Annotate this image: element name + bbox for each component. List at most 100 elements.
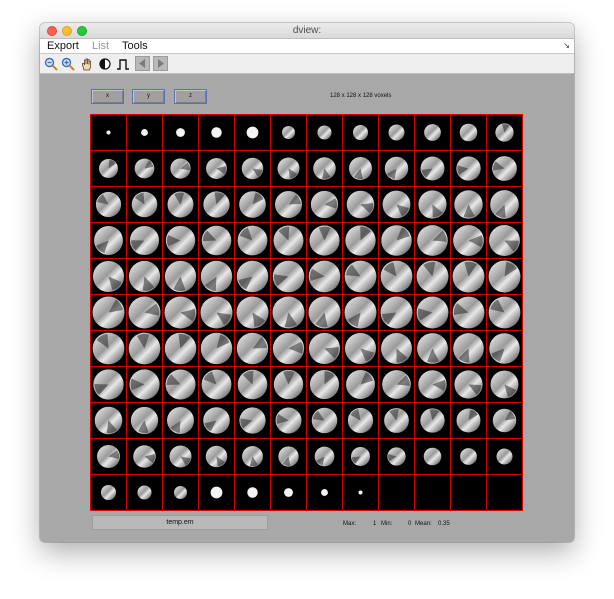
slice-tile[interactable] [378, 474, 415, 511]
slice-tile[interactable] [198, 222, 235, 259]
slice-tile[interactable] [450, 438, 487, 475]
slice-tile[interactable] [414, 366, 451, 403]
slice-tile[interactable] [378, 258, 415, 295]
slice-tile[interactable] [414, 258, 451, 295]
zoom-out-icon[interactable] [43, 56, 58, 71]
slice-tile[interactable] [342, 114, 379, 151]
slice-tile[interactable] [342, 474, 379, 511]
slice-tile[interactable] [126, 258, 163, 295]
slice-tile[interactable] [378, 438, 415, 475]
slice-tile[interactable] [198, 150, 235, 187]
slice-tile[interactable] [162, 294, 199, 331]
slice-tile[interactable] [270, 114, 307, 151]
slice-tile[interactable] [198, 258, 235, 295]
slice-tile[interactable] [234, 150, 271, 187]
slice-tile[interactable] [162, 330, 199, 367]
slice-tile[interactable] [342, 330, 379, 367]
slice-tile[interactable] [162, 402, 199, 439]
slice-tile[interactable] [414, 438, 451, 475]
slice-tile[interactable] [306, 114, 343, 151]
slice-tile[interactable] [162, 114, 199, 151]
slice-tile[interactable] [270, 402, 307, 439]
slice-tile[interactable] [90, 186, 127, 223]
slice-tile[interactable] [450, 150, 487, 187]
slice-tile[interactable] [486, 150, 523, 187]
slice-tile[interactable] [306, 474, 343, 511]
slice-tile[interactable] [414, 474, 451, 511]
slice-tile[interactable] [126, 366, 163, 403]
slice-tile[interactable] [162, 366, 199, 403]
slice-tile[interactable] [414, 114, 451, 151]
slice-tile[interactable] [378, 402, 415, 439]
slice-tile[interactable] [450, 258, 487, 295]
slice-tile[interactable] [126, 474, 163, 511]
slice-tile[interactable] [486, 294, 523, 331]
slice-tile[interactable] [270, 294, 307, 331]
slice-tile[interactable] [378, 222, 415, 259]
slice-tile[interactable] [234, 474, 271, 511]
slice-tile[interactable] [414, 150, 451, 187]
slice-tile[interactable] [270, 438, 307, 475]
zoom-in-icon[interactable] [60, 56, 75, 71]
slice-tile[interactable] [90, 258, 127, 295]
slice-tile[interactable] [126, 114, 163, 151]
slice-tile[interactable] [162, 150, 199, 187]
slice-tile[interactable] [342, 294, 379, 331]
slice-tile[interactable] [342, 186, 379, 223]
slice-tile[interactable] [450, 330, 487, 367]
slice-tile[interactable] [486, 474, 523, 511]
slice-tile[interactable] [90, 294, 127, 331]
slice-tile[interactable] [486, 366, 523, 403]
slice-tile[interactable] [90, 222, 127, 259]
slice-tile[interactable] [342, 258, 379, 295]
slice-tile[interactable] [486, 114, 523, 151]
pan-hand-icon[interactable] [79, 56, 94, 71]
slice-montage[interactable] [90, 114, 523, 511]
menu-overflow-icon[interactable]: ↘ [563, 41, 570, 50]
slice-tile[interactable] [90, 330, 127, 367]
slice-tile[interactable] [342, 222, 379, 259]
slice-tile[interactable] [234, 330, 271, 367]
slice-tile[interactable] [306, 366, 343, 403]
slice-tile[interactable] [198, 438, 235, 475]
slice-tile[interactable] [306, 330, 343, 367]
slice-tile[interactable] [450, 186, 487, 223]
slice-tile[interactable] [90, 402, 127, 439]
slice-tile[interactable] [378, 186, 415, 223]
slice-tile[interactable] [270, 330, 307, 367]
slice-tile[interactable] [270, 474, 307, 511]
slice-tile[interactable] [450, 402, 487, 439]
view-z-button[interactable]: z [174, 89, 207, 104]
menu-export[interactable]: Export [47, 40, 79, 52]
slice-tile[interactable] [90, 474, 127, 511]
slice-tile[interactable] [234, 366, 271, 403]
slice-tile[interactable] [306, 186, 343, 223]
slice-tile[interactable] [162, 438, 199, 475]
slice-tile[interactable] [90, 438, 127, 475]
menu-list[interactable]: List [92, 40, 109, 52]
slice-tile[interactable] [306, 438, 343, 475]
pulse-icon[interactable] [115, 56, 130, 71]
slice-tile[interactable] [234, 222, 271, 259]
slice-tile[interactable] [234, 294, 271, 331]
slice-tile[interactable] [126, 150, 163, 187]
slice-tile[interactable] [306, 222, 343, 259]
slice-tile[interactable] [342, 366, 379, 403]
slice-tile[interactable] [342, 438, 379, 475]
slice-tile[interactable] [378, 294, 415, 331]
slice-tile[interactable] [450, 222, 487, 259]
slice-tile[interactable] [90, 150, 127, 187]
menu-tools[interactable]: Tools [122, 40, 148, 52]
slice-tile[interactable] [234, 258, 271, 295]
slice-tile[interactable] [486, 330, 523, 367]
slice-tile[interactable] [198, 294, 235, 331]
slice-tile[interactable] [126, 330, 163, 367]
slice-tile[interactable] [126, 186, 163, 223]
slice-tile[interactable] [414, 402, 451, 439]
slice-tile[interactable] [486, 438, 523, 475]
filename-field[interactable]: temp.em [92, 515, 268, 530]
slice-tile[interactable] [198, 366, 235, 403]
slice-tile[interactable] [414, 294, 451, 331]
slice-tile[interactable] [198, 330, 235, 367]
slice-tile[interactable] [234, 438, 271, 475]
